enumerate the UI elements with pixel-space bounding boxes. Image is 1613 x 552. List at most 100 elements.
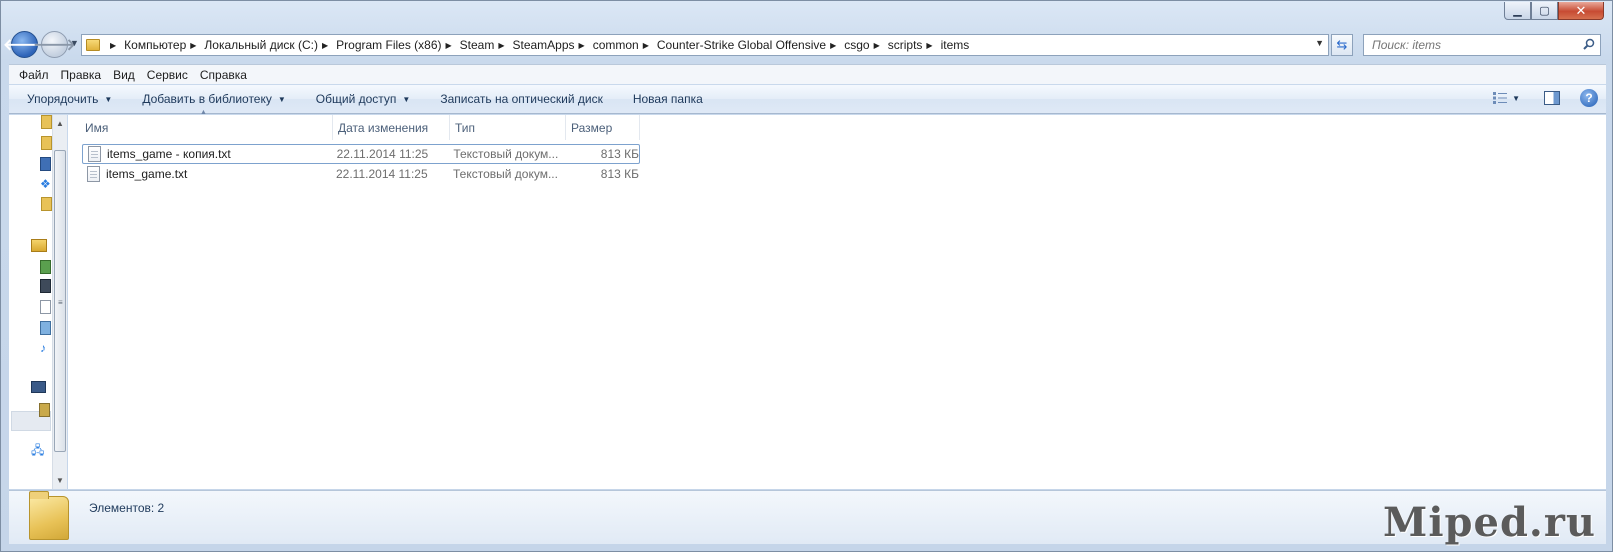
folder-icon[interactable] — [41, 115, 52, 129]
music-library-icon[interactable]: ♪ — [40, 341, 51, 355]
new-folder-label: Новая папка — [632, 92, 703, 106]
libraries-icon[interactable] — [31, 239, 47, 252]
desktop-icon[interactable] — [40, 157, 51, 171]
search-input[interactable] — [1372, 38, 1572, 52]
breadcrumb-program-files[interactable]: Program Files (x86) — [336, 38, 441, 52]
share-with-button[interactable]: Общий доступ ▼ — [316, 92, 411, 106]
chevron-right-icon[interactable]: ▶ — [190, 41, 196, 50]
file-date: 22.11.2014 11:25 — [336, 147, 429, 161]
file-name: items_game.txt — [106, 167, 188, 181]
menu-bar: Файл Правка Вид Сервис Справка — [9, 64, 1606, 84]
burn-label: Записать на оптический диск — [440, 92, 603, 106]
chevron-right-icon[interactable]: ▶ — [446, 41, 452, 50]
preview-pane-icon[interactable] — [1544, 91, 1560, 105]
organize-label: Упорядочить — [27, 92, 99, 106]
navigation-pane: ❖ ♪ 🖧 ▲ ≡ ▼ — [9, 115, 67, 489]
share-with-label: Общий доступ — [315, 92, 397, 106]
text-file-icon — [87, 166, 100, 182]
caption-buttons: ▁ ▢ ✕ — [1504, 2, 1604, 20]
file-type: Текстовый докум... — [453, 147, 559, 161]
view-caret-down-icon[interactable]: ▼ — [1512, 94, 1520, 103]
add-to-library-button[interactable]: Добавить в библиотеку ▼ — [142, 92, 285, 106]
refresh-button[interactable]: ⇆ — [1331, 34, 1353, 56]
grip-icon: ≡ — [58, 298, 63, 307]
explorer-window: ▁ ▢ ✕ 🡐 🡒 ▼ ▶ Компьютер ▶ Локальный диск… — [0, 0, 1613, 552]
file-row[interactable]: items_game - копия.txt 22.11.2014 11:25 … — [82, 144, 640, 164]
minimize-icon[interactable]: ▁ — [1504, 2, 1531, 20]
file-size: 813 КБ — [600, 147, 639, 161]
scroll-down-icon[interactable]: ▼ — [56, 476, 64, 485]
breadcrumb-steam[interactable]: Steam — [460, 38, 495, 52]
organize-button[interactable]: Упорядочить ▼ — [27, 92, 112, 106]
chevron-right-icon[interactable]: ▶ — [498, 41, 504, 50]
menu-view[interactable]: Вид — [113, 68, 135, 82]
menu-tools[interactable]: Сервис — [147, 68, 188, 82]
file-row[interactable]: items_game.txt 22.11.2014 11:25 Текстовы… — [82, 164, 640, 184]
folder-icon[interactable] — [41, 136, 52, 150]
caret-down-icon: ▼ — [402, 94, 411, 104]
menu-help[interactable]: Справка — [200, 68, 247, 82]
column-headers: ▲ Имя Дата изменения Тип Размер — [80, 109, 640, 140]
view-options-icon[interactable] — [1492, 91, 1508, 105]
breadcrumb-csgo-game[interactable]: Counter-Strike Global Offensive — [657, 38, 826, 52]
caret-down-icon: ▼ — [104, 94, 113, 104]
chevron-right-icon[interactable]: ▶ — [830, 41, 836, 50]
search-box[interactable] — [1363, 34, 1601, 56]
breadcrumb-common[interactable]: common — [593, 38, 639, 52]
file-type: Текстовый докум... — [453, 167, 558, 181]
breadcrumb-items[interactable]: items — [941, 38, 970, 52]
column-type-label: Тип — [455, 120, 476, 135]
folder-icon[interactable] — [41, 197, 52, 211]
breadcrumb-csgo[interactable]: csgo — [844, 38, 869, 52]
navigation-scrollbar[interactable]: ▲ ≡ ▼ — [52, 115, 67, 489]
videos-library-icon[interactable] — [40, 279, 51, 293]
local-disk-icon[interactable] — [39, 403, 50, 417]
pictures-library-icon[interactable] — [40, 321, 51, 335]
search-icon[interactable] — [1583, 38, 1595, 50]
scroll-up-icon[interactable]: ▲ — [56, 119, 64, 128]
document-icon[interactable] — [40, 300, 51, 314]
documents-library-icon[interactable] — [40, 260, 51, 274]
burn-button[interactable]: Записать на оптический диск — [440, 92, 603, 106]
close-icon[interactable]: ✕ — [1558, 2, 1604, 20]
column-date-label: Дата изменения — [338, 120, 429, 135]
breadcrumb-computer[interactable]: Компьютер — [124, 38, 186, 52]
caret-down-icon: ▼ — [277, 94, 286, 104]
column-header-size[interactable]: Размер — [566, 115, 640, 140]
chevron-right-icon[interactable]: ▶ — [926, 41, 932, 50]
address-bar[interactable]: ▶ Компьютер ▶ Локальный диск (C:) ▶ Prog… — [81, 34, 1329, 56]
column-header-date[interactable]: Дата изменения — [333, 115, 450, 140]
folder-icon — [29, 491, 69, 540]
breadcrumb-steamapps[interactable]: SteamApps — [513, 38, 575, 52]
file-name: items_game - копия.txt — [106, 147, 231, 161]
chevron-right-icon[interactable]: ▶ — [643, 41, 649, 50]
details-pane: Элементов: 2 Miped.ru — [9, 490, 1606, 546]
navigation-row: 🡐 🡒 ▼ ▶ Компьютер ▶ Локальный диск (C:) … — [3, 31, 1604, 59]
help-icon[interactable]: ? — [1580, 89, 1598, 107]
computer-icon[interactable] — [31, 381, 46, 393]
column-header-type[interactable]: Тип — [450, 115, 566, 140]
column-size-label: Размер — [571, 120, 613, 135]
network-icon[interactable]: 🖧 — [31, 441, 46, 457]
menu-file[interactable]: Файл — [19, 68, 49, 82]
chevron-right-icon[interactable]: ▶ — [579, 41, 585, 50]
chevron-right-icon[interactable]: ▶ — [322, 41, 328, 50]
forward-button[interactable]: 🡒 — [33, 31, 76, 58]
file-list-pane: ▲ Имя Дата изменения Тип Размер items_ga… — [68, 109, 1606, 489]
breadcrumb-local-disk[interactable]: Локальный диск (C:) — [204, 38, 318, 52]
address-dropdown-icon[interactable]: ▼ — [1315, 38, 1324, 48]
chevron-right-icon[interactable]: ▶ — [110, 41, 116, 50]
column-header-name[interactable]: ▲ Имя — [80, 109, 333, 140]
new-folder-button[interactable]: Новая папка — [633, 92, 703, 106]
dropbox-icon[interactable]: ❖ — [40, 177, 51, 191]
sort-ascending-icon: ▲ — [200, 109, 207, 116]
breadcrumb-scripts[interactable]: scripts — [888, 38, 923, 52]
command-bar: Упорядочить ▼ Добавить в библиотеку ▼ Об… — [9, 85, 1606, 114]
chevron-right-icon[interactable]: ▶ — [874, 41, 880, 50]
text-file-icon — [88, 146, 101, 162]
recent-pages-chevron-icon[interactable]: ▼ — [70, 38, 79, 48]
menu-edit[interactable]: Правка — [61, 68, 102, 82]
maximize-icon[interactable]: ▢ — [1531, 2, 1558, 20]
scrollbar-thumb[interactable]: ≡ — [54, 150, 66, 452]
file-size: 813 КБ — [600, 167, 639, 181]
